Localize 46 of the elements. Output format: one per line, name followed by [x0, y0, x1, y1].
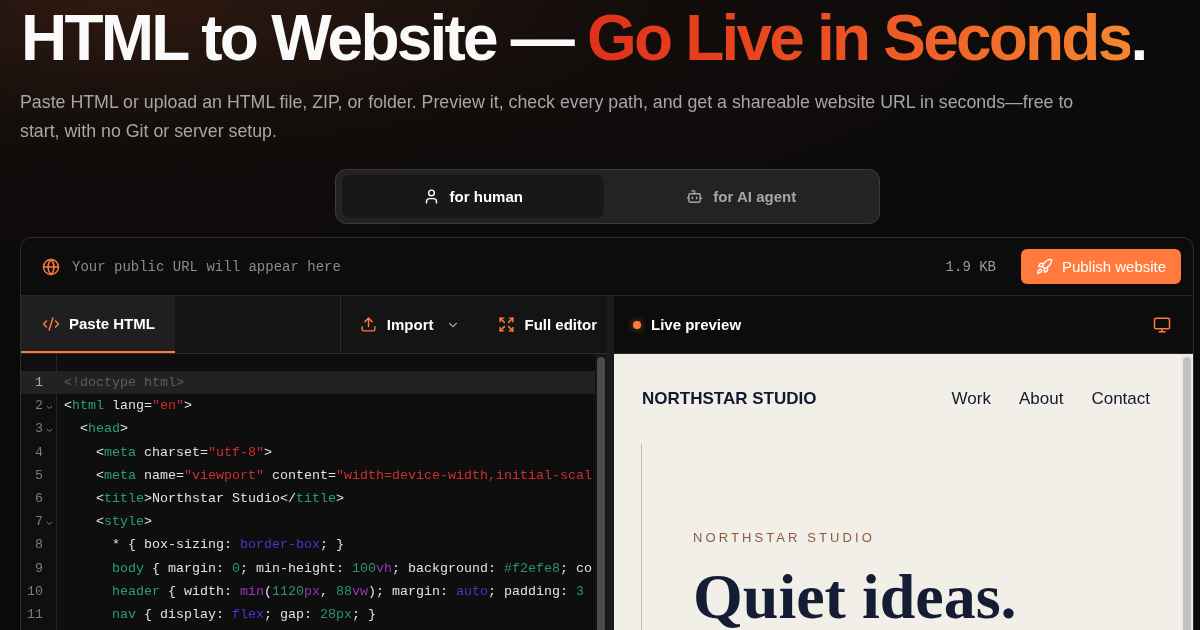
public-url-text: Your public URL will appear here — [72, 258, 341, 275]
upload-icon — [359, 316, 377, 333]
live-status-dot — [633, 320, 641, 329]
monitor-icon[interactable] — [1153, 315, 1171, 334]
nav-link[interactable]: Contact — [1091, 389, 1150, 409]
line-number: 6 — [34, 491, 43, 507]
mode-tab[interactable]: for human — [341, 175, 604, 218]
line-number: 8 — [34, 537, 43, 553]
nav-link[interactable]: Work — [951, 389, 991, 409]
code-icon — [42, 314, 60, 333]
code-editor[interactable] — [21, 354, 595, 630]
line-number: 3 — [34, 421, 43, 437]
eyebrow-text: NORTHSTAR STUDIO — [693, 530, 875, 546]
line-number: 7 — [34, 514, 43, 530]
code-line: <!doctype html> — [64, 375, 184, 391]
site-headline: Quiet ideas. — [693, 566, 1017, 628]
line-number: 2 — [34, 398, 43, 414]
expand-icon — [497, 316, 515, 333]
line-number: 1 — [34, 375, 43, 391]
line-number: 9 — [34, 560, 43, 576]
code-line: <style> — [96, 514, 152, 530]
code-line: <meta name="viewport" content="width=device-width,initial-scal — [96, 467, 592, 483]
code-line: nav { display: flex; gap: 28px; } — [112, 606, 376, 622]
import-dropdown[interactable]: Import — [359, 316, 460, 333]
file-size: 1.9 KB — [945, 258, 996, 275]
subtitle: Paste HTML or upload an HTML file, ZIP, or folder. Preview it, check every path, and get a shareable website URL in seconds—free to start, with no Git or server setup. — [20, 91, 1075, 143]
nav-link[interactable]: About — [1018, 389, 1064, 409]
mode-tab[interactable]: for AI agent — [610, 175, 873, 218]
code-line: * { box-sizing: border-box; } — [112, 537, 344, 553]
code-line: body { margin: 0; min-height: 100vh; background: #f2efe8; co — [112, 560, 592, 576]
code-line: header { width: min(1120px, 88vw); margin: auto; padding: 3 — [112, 583, 584, 599]
line-number: 11 — [26, 606, 43, 622]
line-number: 10 — [26, 583, 43, 599]
full-editor-button[interactable]: Full editor — [497, 316, 597, 333]
code-line: <meta charset="utf-8"> — [96, 444, 272, 460]
robot-icon — [686, 188, 704, 205]
line-number: 4 — [34, 444, 43, 460]
editor-tab[interactable]: Paste HTML — [21, 296, 175, 353]
site-brand: NORTHSTAR STUDIO — [642, 389, 817, 409]
code-line: <html lang="en"> — [64, 398, 192, 414]
code-line: <title>Northstar Studio</title> — [96, 491, 344, 507]
line-number: 5 — [34, 467, 43, 483]
rocket-icon — [1035, 258, 1053, 275]
code-line: <head> — [80, 421, 128, 437]
preview-title: Live preview — [651, 316, 742, 333]
globe-icon — [42, 257, 60, 276]
